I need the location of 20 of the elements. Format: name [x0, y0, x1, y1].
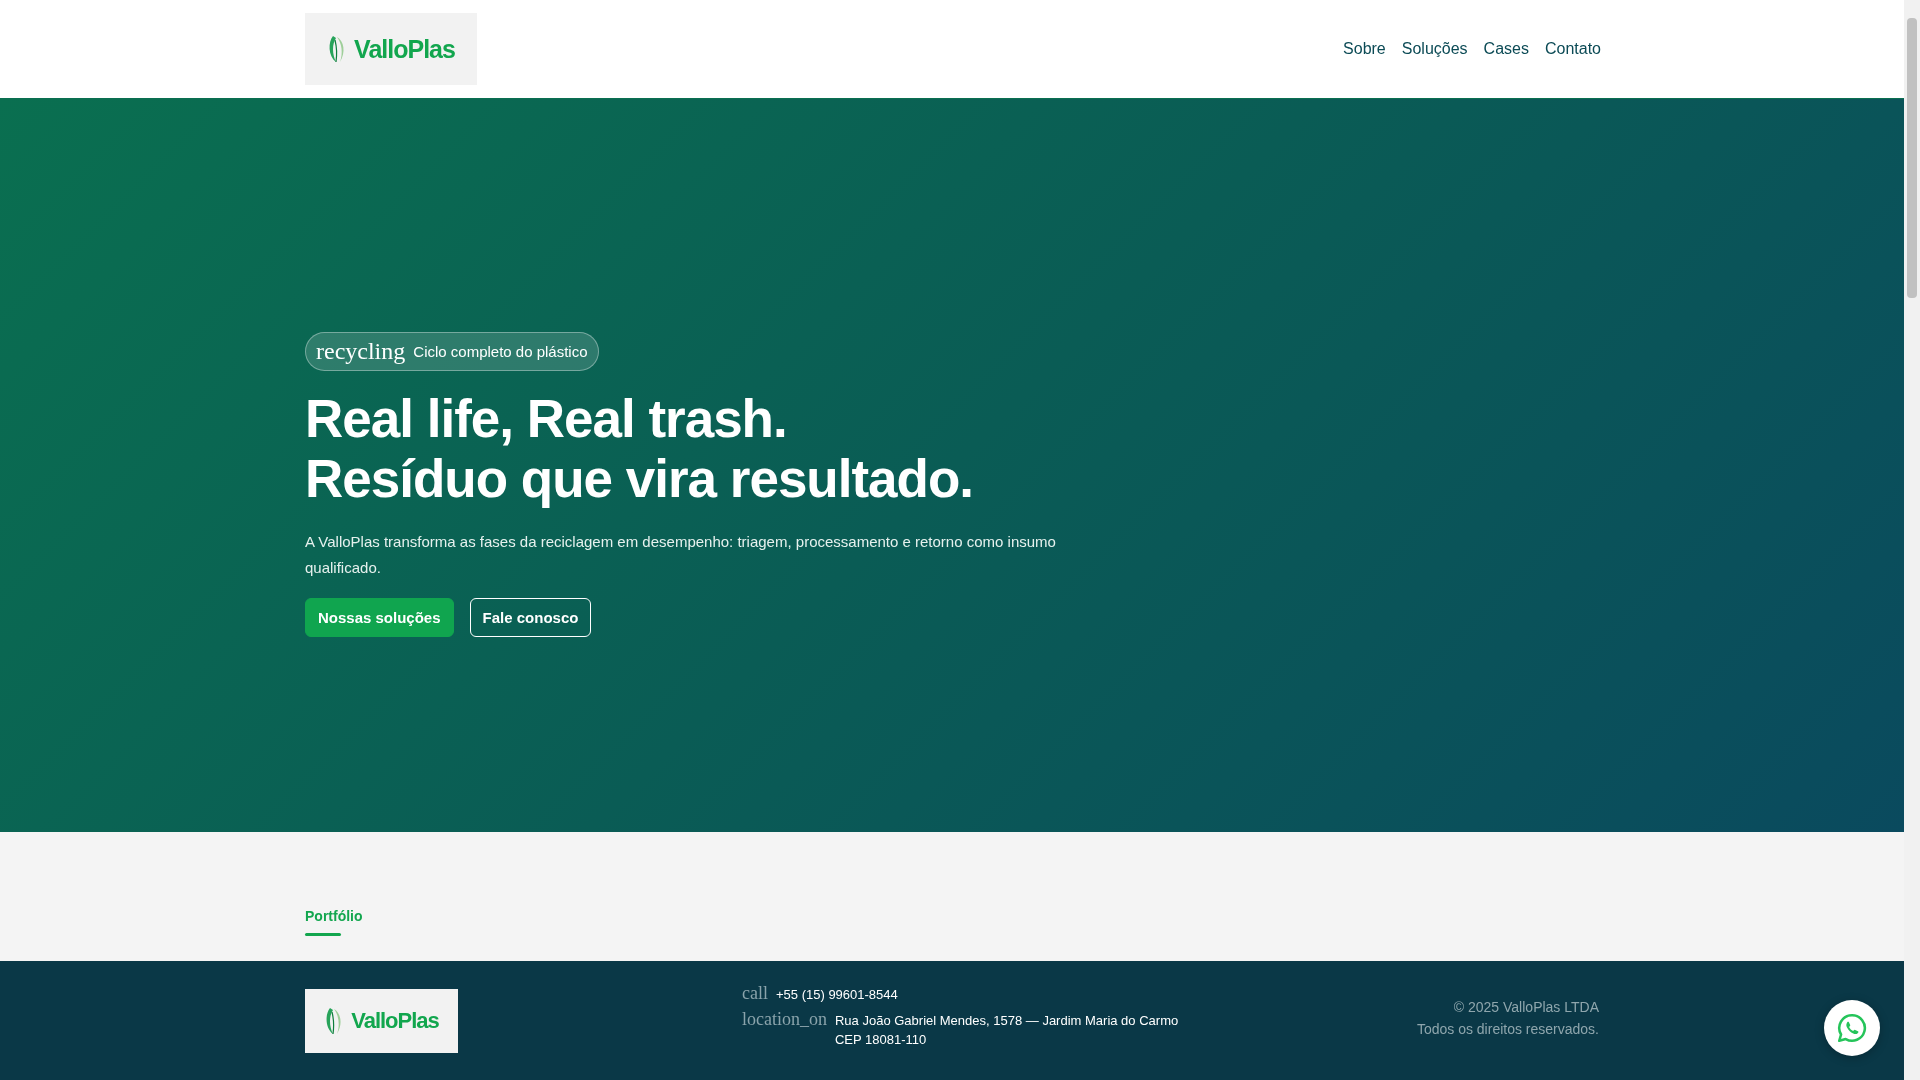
- headline: Resíduo que vira resultado.: [305, 449, 974, 509]
- badge-text: Ciclo completo do plástico: [413, 343, 588, 360]
- nav-link[interactable]: Sobre: [1343, 40, 1386, 58]
- icon-label: location_on: [742, 1008, 827, 1030]
- accent-bar: [305, 933, 341, 936]
- headline: Real life, Real trash.: [305, 389, 787, 449]
- nav-link[interactable]: Cases: [1483, 40, 1529, 58]
- contact-text: Rua João Gabriel Mendes, 1578 — Jardim Maria do Carmo: [835, 1012, 1179, 1030]
- contact-text: CEP 18081-110: [835, 1031, 928, 1049]
- contact-button[interactable]: Fale conosco: [469, 598, 592, 637]
- nav-link[interactable]: Soluções: [1401, 40, 1468, 58]
- hero-description: A ValloPlas transforma as fases da reciclagem em desempenho: triagem, processamento e retorno como insumo qualificado.: [305, 532, 1057, 578]
- copyright-text: Todos os direitos reservados.: [1416, 1021, 1599, 1037]
- contact-text: +55 (15) 99601-8544: [776, 986, 898, 1004]
- section-eyebrow: Portfólio: [305, 908, 364, 924]
- copyright-text: © 2025 ValloPlas LTDA: [1453, 999, 1599, 1015]
- icon-label: recycling: [316, 338, 406, 365]
- icon-label: call: [742, 982, 768, 1004]
- whatsapp-icon: [1835, 1011, 1869, 1045]
- nav-link[interactable]: Contato: [1544, 40, 1601, 58]
